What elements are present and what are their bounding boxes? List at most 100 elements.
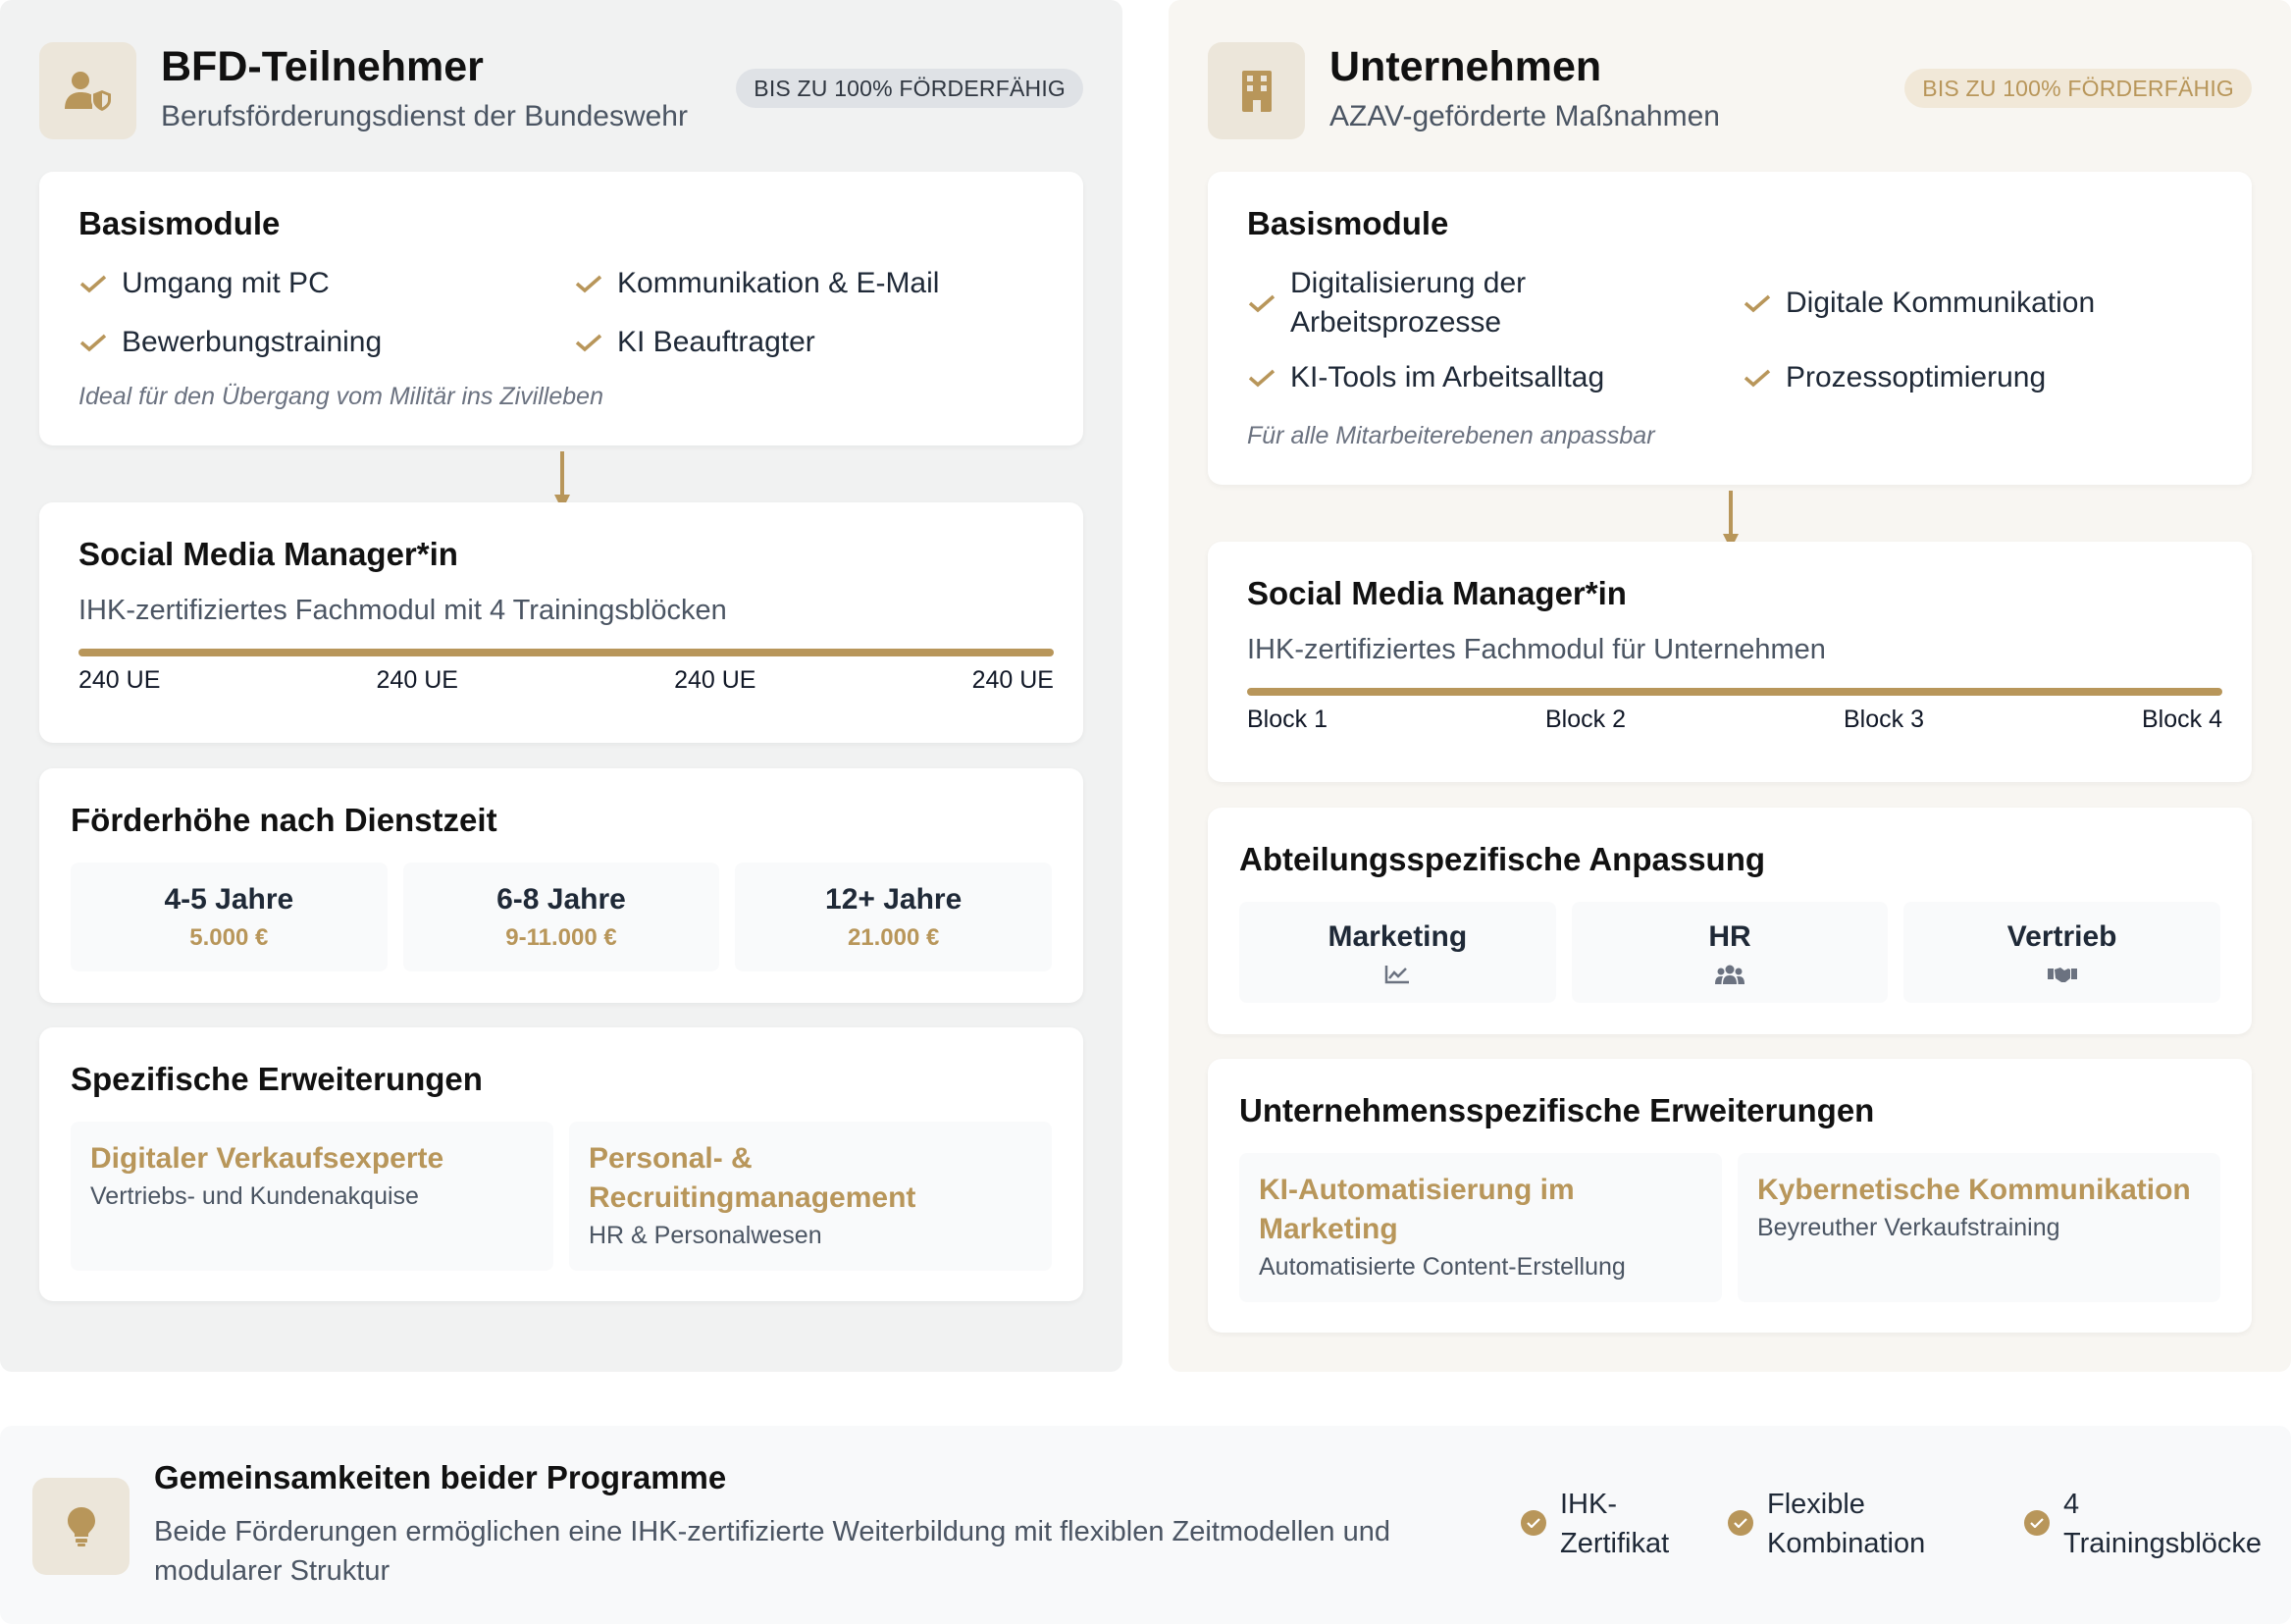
users-icon: [1714, 965, 1744, 984]
bar-labels: Block 1 Block 2 Block 3 Block 4: [1247, 706, 2222, 734]
check-icon: [1248, 294, 1276, 313]
ext-tile-sub: Vertriebs- und Kundenakquise: [90, 1182, 419, 1210]
bar-label: 240 UE: [376, 666, 458, 694]
arrow-down-icon: [1723, 491, 1739, 550]
common-title: Gemeinsamkeiten beider Programme: [154, 1459, 727, 1495]
check-label: Kommunikation & E-Mail: [617, 267, 940, 299]
check-label: KI-Tools im Arbeitsalltag: [1290, 361, 1605, 393]
tile-label: 12+ Jahre: [825, 882, 963, 916]
ext-tile-title: Kybernetische Kommunikation: [1757, 1174, 2191, 1206]
chart-line-icon: [1385, 965, 1410, 983]
check-label: Digitalisierung der Arbeitsprozesse: [1290, 267, 1527, 339]
smm-desc: IHK-zertifiziertes Fachmodul für Unterne…: [1247, 634, 1826, 665]
company-ext-card: Unternehmensspezifische Erweiterungen KI…: [1208, 1059, 2252, 1333]
tile-value: 9-11.000 €: [505, 923, 617, 951]
tile-label: 4-5 Jahre: [164, 882, 294, 916]
smm-title: Social Media Manager*in: [1247, 575, 1627, 611]
ext-tile: Personal- & Recruitingmanagement HR & Per…: [569, 1122, 1052, 1271]
bar-label: 240 UE: [971, 666, 1054, 694]
foerder-tile: 4-5 Jahre 5.000 €: [71, 863, 388, 971]
foerder-title: Förderhöhe nach Dienstzeit: [71, 802, 497, 838]
bfd-title: BFD-Teilnehmer: [161, 43, 484, 90]
lightbulb-icon: [32, 1478, 130, 1575]
bar-labels: 240 UE 240 UE 240 UE 240 UE: [78, 666, 1054, 695]
ext-tile-sub: Beyreuther Verkaufstraining: [1757, 1214, 2060, 1241]
check-label: Bewerbungstraining: [122, 326, 383, 358]
ext-tile: KI-Automatisierung im Marketing Automatis…: [1239, 1153, 1722, 1302]
bar-label: 240 UE: [78, 666, 161, 694]
check-label: Digitale Kommunikation: [1786, 287, 2096, 319]
tile-value: 5.000 €: [189, 923, 269, 951]
check-icon: [575, 275, 602, 293]
company-subtitle: AZAV-geförderte Maßnahmen: [1329, 100, 1720, 132]
ext-tile-sub: HR & Personalwesen: [589, 1222, 822, 1249]
bar-label: Block 2: [1545, 706, 1626, 733]
dept-tile-vertrieb: Vertrieb: [1903, 902, 2220, 1003]
check-icon: [575, 334, 602, 352]
arrow-down-icon: [554, 451, 570, 510]
check-item: Kommunikation & E-Mail: [574, 264, 1054, 303]
check-icon: [79, 334, 107, 352]
ext-tile-title: Digitaler Verkaufsexperte: [90, 1142, 444, 1175]
basis-title: Basismodule: [1247, 205, 1449, 241]
check-item: KI-Tools im Arbeitsalltag: [1247, 358, 1743, 397]
bfd-panel: BFD-Teilnehmer Berufsförderungsdienst de…: [0, 0, 1122, 1372]
foerder-tile: 6-8 Jahre 9-11.000 €: [402, 863, 720, 971]
company-title: Unternehmen: [1329, 43, 1602, 90]
bfd-subtitle: Berufsförderungsdienst der Bundeswehr: [161, 100, 688, 132]
smm-title: Social Media Manager*in: [78, 536, 458, 572]
user-shield-icon: [39, 42, 136, 139]
basis-note: Für alle Mitarbeiterebenen anpassbar: [1247, 422, 1655, 449]
progress-bar: [78, 649, 1054, 656]
check-icon: [1248, 369, 1276, 388]
smm-desc: IHK-zertifiziertes Fachmodul mit 4 Train…: [78, 595, 727, 626]
foerder-tile: 12+ Jahre 21.000 €: [735, 863, 1052, 971]
check-circle-icon: [1728, 1510, 1753, 1536]
bfd-header: BFD-Teilnehmer Berufsförderungsdienst de…: [39, 39, 1083, 139]
bfd-basis-card: Basismodule Umgang mit PC Kommunikation …: [39, 172, 1083, 445]
tile-value: 21.000 €: [847, 923, 940, 951]
company-panel: Unternehmen AZAV-geförderte Maßnahmen BI…: [1169, 0, 2291, 1372]
ext-tile-title: KI-Automatisierung im Marketing: [1259, 1174, 1575, 1245]
ext-title: Spezifische Erweiterungen: [71, 1061, 483, 1097]
company-header: Unternehmen AZAV-geförderte Maßnahmen BI…: [1208, 39, 2252, 139]
check-item: Bewerbungstraining: [78, 323, 574, 362]
check-label: Umgang mit PC: [122, 267, 330, 299]
basis-note: Ideal für den Übergang vom Militär ins Z…: [78, 383, 603, 410]
bar-label: Block 1: [1247, 706, 1328, 733]
bar-label: 240 UE: [674, 666, 756, 694]
handshake-icon: [2047, 967, 2077, 982]
check-circle-icon: [2024, 1510, 2050, 1536]
check-label: Prozessoptimierung: [1786, 361, 2047, 393]
dept-tile-hr: HR: [1571, 902, 1889, 1003]
check-icon: [79, 275, 107, 293]
check-label: KI Beauftragter: [617, 326, 815, 358]
company-dept-card: Abteilungsspezifische Anpassung Marketin…: [1208, 808, 2252, 1034]
check-icon: [1744, 369, 1771, 388]
tile-label: 6-8 Jahre: [496, 882, 626, 916]
funding-badge: BIS ZU 100% FÖRDERFÄHIG: [1904, 69, 2252, 108]
check-item: Digitalisierung der Arbeitsprozesse: [1247, 264, 1743, 342]
feature-label: Flexible Kombination: [1767, 1489, 1926, 1559]
ext-tile-sub: Automatisierte Content-Erstellung: [1259, 1253, 1626, 1281]
check-item: Digitale Kommunikation: [1743, 264, 2222, 342]
bar-label: Block 3: [1844, 706, 1924, 733]
funding-badge: BIS ZU 100% FÖRDERFÄHIG: [736, 69, 1083, 108]
check-item: Umgang mit PC: [78, 264, 574, 303]
building-icon: [1208, 42, 1305, 139]
feature-item: IHK-Zertifikat: [1521, 1485, 1688, 1563]
tile-label: HR: [1708, 919, 1751, 953]
bar-label: Block 4: [2142, 706, 2222, 733]
check-item: Prozessoptimierung: [1743, 358, 2222, 397]
basis-title: Basismodule: [78, 205, 281, 241]
dept-tile-marketing: Marketing: [1239, 902, 1556, 1003]
ext-tile: Digitaler Verkaufsexperte Vertriebs- und …: [71, 1122, 553, 1271]
ext-tile-title: Personal- & Recruitingmanagement: [589, 1142, 916, 1214]
common-section: Gemeinsamkeiten beider Programme Beide F…: [0, 1426, 2291, 1624]
feature-label: 4 Trainingsblöcke: [2063, 1489, 2263, 1559]
check-item: KI Beauftragter: [574, 323, 1054, 362]
progress-bar: [1247, 688, 2222, 696]
bfd-foerder-card: Förderhöhe nach Dienstzeit 4-5 Jahre 5.00…: [39, 768, 1083, 1003]
feature-item: 4 Trainingsblöcke: [2024, 1485, 2284, 1563]
ext-title: Unternehmensspezifische Erweiterungen: [1239, 1092, 1875, 1128]
